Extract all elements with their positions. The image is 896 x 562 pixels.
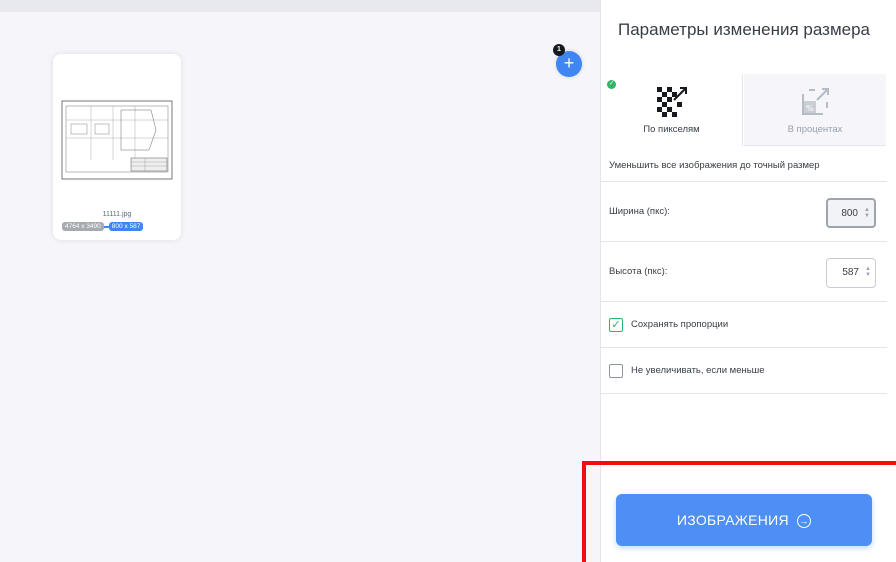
width-row: Ширина (пкс): 800 ▲ ▼ (601, 182, 887, 242)
file-thumbnail (61, 100, 173, 180)
new-size-badge: 800 x 587 (108, 222, 144, 231)
percent-icon: % (802, 88, 829, 115)
tab-by-pixels-label: По пикселям (643, 124, 700, 135)
height-row: Высота (пкс): 587 ▲ ▼ (601, 242, 887, 302)
keep-ratio-label: Сохранять пропорции (631, 319, 729, 330)
width-label: Ширина (пкс): (609, 206, 670, 217)
plus-icon: + (563, 53, 575, 73)
selected-check-icon: ✓ (607, 80, 616, 89)
app-window: 11111.jpg 4764 x 3490 800 x 587 + 1 Пара… (0, 0, 896, 562)
no-enlarge-row[interactable]: Не увеличивать, если меньше (601, 348, 887, 394)
height-value: 587 (842, 267, 859, 278)
height-label: Высота (пкс): (609, 266, 668, 277)
resize-mode-tabs: ✓ По пикселям % В процентах (601, 74, 887, 146)
tab-by-pixels[interactable]: ✓ По пикселям (601, 74, 743, 146)
keep-ratio-row[interactable]: ✓ Сохранять пропорции (601, 302, 887, 348)
resize-description: Уменьшить все изображения до точный разм… (601, 146, 887, 182)
no-enlarge-label: Не увеличивать, если меньше (631, 365, 765, 376)
width-value: 800 (841, 208, 858, 219)
file-name: 11111.jpg (102, 211, 132, 218)
sidebar-title: Параметры изменения размера (618, 20, 870, 39)
file-dimensions: 4764 x 3490 800 x 587 (62, 222, 144, 231)
no-enlarge-checkbox[interactable] (609, 364, 623, 378)
red-highlight-box (582, 461, 896, 562)
height-spinner-icon[interactable]: ▲ ▼ (865, 266, 871, 278)
pixels-icon (656, 87, 687, 117)
height-input[interactable]: 587 ▲ ▼ (826, 258, 876, 288)
original-size-badge: 4764 x 3490 (62, 222, 104, 231)
top-strip (0, 0, 600, 12)
tab-by-percent[interactable]: % В процентах (744, 74, 886, 146)
svg-text:%: % (806, 104, 814, 113)
keep-ratio-checkbox[interactable]: ✓ (609, 318, 623, 332)
width-input[interactable]: 800 ▲ ▼ (826, 198, 876, 228)
tab-by-percent-label: В процентах (787, 124, 843, 135)
file-card[interactable]: 11111.jpg 4764 x 3490 800 x 587 (53, 54, 181, 240)
file-count-badge: 1 (553, 44, 565, 56)
width-spinner-icon[interactable]: ▲ ▼ (864, 207, 870, 219)
